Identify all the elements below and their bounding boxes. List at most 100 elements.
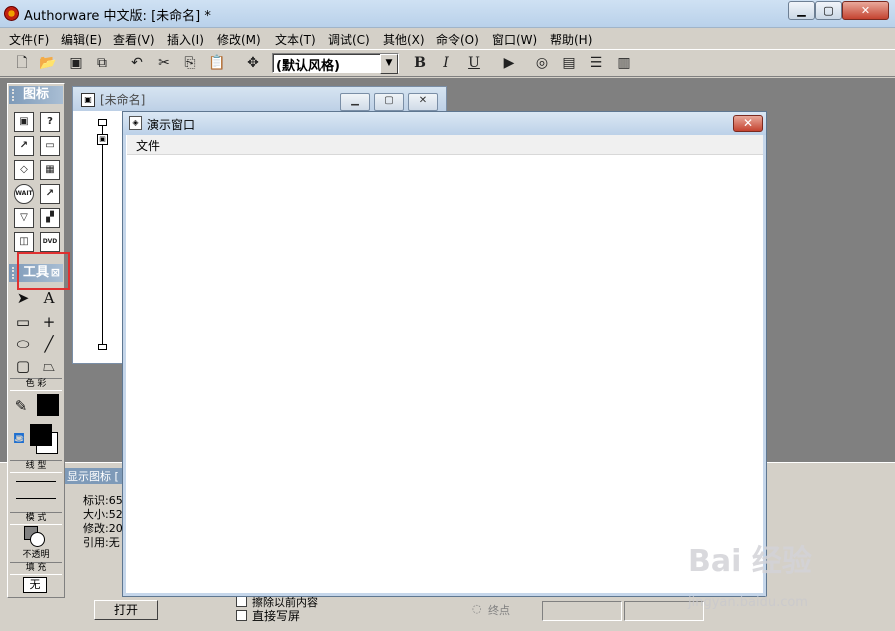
menu-debug[interactable]: 调试(C)	[328, 31, 370, 48]
open-file-icon[interactable]: 📂	[38, 53, 58, 73]
menu-file[interactable]: 文件(F)	[9, 31, 49, 48]
navigate-icon[interactable]: ▽	[14, 208, 34, 228]
motion-icon[interactable]: ↗	[14, 136, 34, 156]
presentation-close-button[interactable]: ✕	[733, 115, 763, 132]
radio-icon[interactable]: ◌	[472, 602, 482, 615]
color-section-label: 色 彩	[10, 378, 62, 391]
new-file-icon[interactable]: 🗋	[12, 53, 32, 73]
icons-header[interactable]: 图标	[9, 86, 63, 104]
polygon-tool-icon[interactable]: ⏢	[38, 356, 60, 376]
opaque-mode-icon[interactable]	[24, 526, 46, 547]
text-style-select[interactable]: (默认风格) ▼	[272, 53, 399, 74]
flowline-maximize-button[interactable]: ▢	[374, 93, 404, 111]
flowline-minimize-button[interactable]: ▁	[340, 93, 370, 111]
flowline-close-button[interactable]: ✕	[408, 93, 438, 111]
presentation-title: 演示窗口	[147, 118, 196, 132]
minimize-button[interactable]: ▁	[788, 1, 815, 20]
toolbar: 🗋 📂 ▣ ⧉ ↶ ✂ ⎘ 📋 ✥ (默认风格) ▼ B I U ▶ ◎ ▤ ☰…	[0, 49, 895, 77]
knowledge-object-icon[interactable]: ▥	[614, 53, 634, 73]
grip-icon[interactable]	[12, 89, 18, 101]
rounded-rect-tool-icon[interactable]: ▢	[12, 356, 34, 376]
menu-window[interactable]: 窗口(W)	[492, 31, 537, 48]
open-button[interactable]: 打开	[94, 600, 158, 620]
control-panel-icon[interactable]: ◎	[532, 53, 552, 73]
mode-value: 不透明	[22, 550, 50, 560]
direct-write-checkbox[interactable]	[236, 610, 247, 621]
pointer-tool-icon[interactable]: ➤	[12, 288, 34, 308]
chevron-down-icon[interactable]: ▼	[380, 54, 398, 74]
rectangle-tool-icon[interactable]: ▭	[12, 312, 34, 332]
italic-button[interactable]: I	[436, 53, 456, 73]
paste-icon[interactable]: 📋	[207, 53, 227, 73]
fill-color-swatch[interactable]	[30, 424, 52, 446]
menu-command[interactable]: 命令(O)	[436, 31, 479, 48]
underline-button[interactable]: U	[464, 53, 484, 73]
ellipse-tool-icon[interactable]: ⬭	[12, 334, 34, 354]
map-icon[interactable]: ▞	[40, 208, 60, 228]
text-tool-icon[interactable]: A	[38, 288, 60, 308]
foreground-color-swatch[interactable]	[37, 394, 59, 416]
display-icon[interactable]: ▣	[97, 134, 108, 145]
save-all-icon[interactable]: ▣	[66, 53, 86, 73]
menu-text[interactable]: 文本(T)	[275, 31, 316, 48]
framework-icon[interactable]: ↗	[40, 184, 60, 204]
display-icon[interactable]: ▣	[14, 112, 34, 132]
baidu-watermark: Bai 经验	[688, 544, 812, 579]
flowline	[102, 125, 103, 347]
interaction-icon[interactable]: ▭	[40, 136, 60, 156]
endpoint-x-field[interactable]	[542, 601, 622, 621]
flowline-start-marker[interactable]	[98, 119, 107, 126]
menu-other[interactable]: 其他(X)	[383, 31, 425, 48]
app-logo-icon	[4, 6, 19, 21]
import-icon[interactable]: ⧉	[92, 53, 112, 73]
mode-section-label: 模 式	[10, 512, 62, 525]
wait-icon[interactable]: WAIT	[14, 184, 34, 204]
text-style-value: (默认风格)	[276, 59, 340, 74]
menu-view[interactable]: 查看(V)	[113, 31, 155, 48]
baidu-watermark-url: jingyan.baidu.com	[688, 595, 808, 610]
window-title: Authorware 中文版: [未命名] *	[24, 9, 211, 24]
menu-bar: 文件(F) 编辑(E) 查看(V) 插入(I) 修改(M) 文本(T) 调试(C…	[0, 29, 895, 49]
menu-insert[interactable]: 插入(I)	[167, 31, 204, 48]
presentation-title-bar	[123, 112, 766, 135]
icon-palette: 图标 ▣ ? ↗ ▭ ◇ ▦ WAIT ↗ ▽ ▞ ◫ DVD 工具 ⊠ ➤ A…	[7, 83, 65, 598]
pencil-icon[interactable]: ✎	[10, 396, 32, 416]
find-icon[interactable]: ✥	[243, 53, 263, 73]
close-button[interactable]: ✕	[842, 1, 889, 20]
fill-pattern-value[interactable]: 无	[23, 577, 47, 593]
digital-movie-icon[interactable]: ◫	[14, 232, 34, 252]
variables-icon[interactable]: ☰	[586, 53, 606, 73]
decision-icon[interactable]: ?	[40, 112, 60, 132]
run-icon[interactable]: ▶	[499, 53, 519, 73]
fill-bucket-icon[interactable]: ⛾	[8, 428, 30, 448]
flowline-end-marker[interactable]	[98, 344, 107, 350]
functions-icon[interactable]: ▤	[559, 53, 579, 73]
line-tool-icon[interactable]: ╱	[38, 334, 60, 354]
presentation-canvas[interactable]	[127, 155, 763, 593]
erase-icon[interactable]: ◇	[14, 160, 34, 180]
line-section-label: 线 型	[10, 460, 62, 473]
presentation-window-icon: ◈	[129, 116, 142, 130]
menu-edit[interactable]: 编辑(E)	[61, 31, 102, 48]
bold-button[interactable]: B	[410, 53, 430, 73]
crosshair-tool-icon[interactable]: +	[38, 312, 60, 332]
presentation-menu-file[interactable]: 文件	[136, 137, 160, 154]
menu-help[interactable]: 帮助(H)	[550, 31, 592, 48]
icons-title: 图标	[23, 87, 50, 102]
maximize-button[interactable]: ▢	[815, 1, 842, 20]
line-style-plain[interactable]	[16, 498, 56, 499]
flowline-title: [未命名]	[100, 93, 146, 107]
calculation-icon[interactable]: ▦	[40, 160, 60, 180]
menu-modify[interactable]: 修改(M)	[217, 31, 261, 48]
cut-icon[interactable]: ✂	[154, 53, 174, 73]
undo-icon[interactable]: ↶	[127, 53, 147, 73]
reference-label: 引用:无	[83, 536, 120, 549]
copy-icon[interactable]: ⎘	[180, 53, 200, 73]
presentation-menu-bar	[127, 135, 763, 155]
flowline-window-icon: ▣	[81, 93, 95, 107]
dvd-icon[interactable]: DVD	[40, 232, 60, 252]
fill-section-label: 填 充	[10, 562, 62, 575]
erase-checkbox[interactable]	[236, 596, 247, 607]
tools-highlight-box	[17, 252, 70, 290]
line-style-thin[interactable]	[16, 481, 56, 482]
